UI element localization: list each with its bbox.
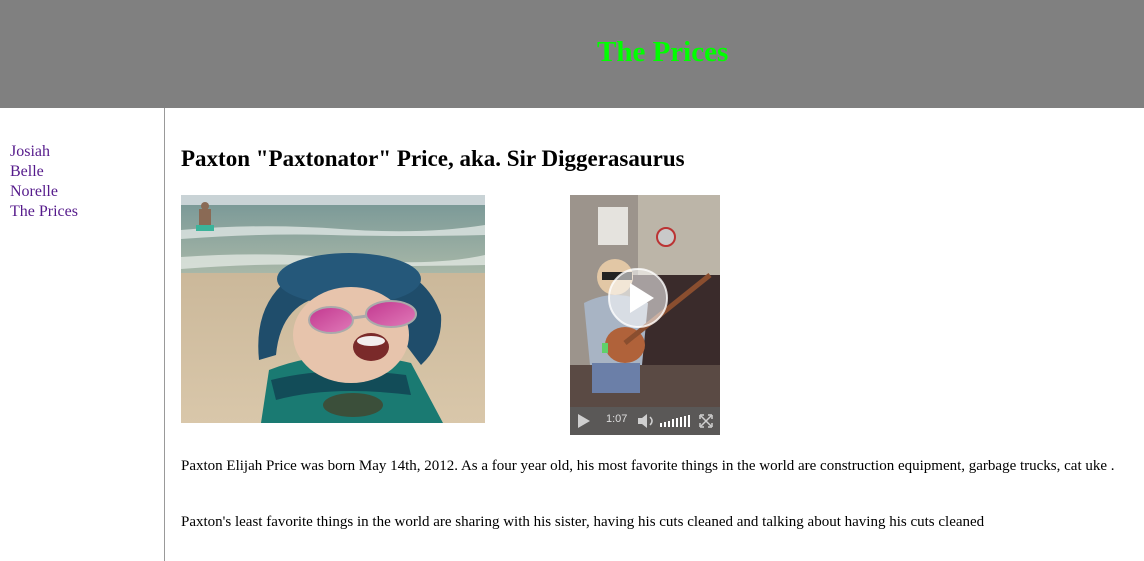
sidebar-list: Josiah Belle Norelle The Prices xyxy=(10,142,78,222)
video-controls: 1:07 xyxy=(570,407,720,435)
sidebar: Josiah Belle Norelle The Prices xyxy=(0,108,165,561)
fullscreen-icon[interactable] xyxy=(699,414,713,428)
video-player[interactable]: 1:07 xyxy=(570,195,720,435)
sidebar-link-josiah[interactable]: Josiah xyxy=(10,143,50,160)
dislikes-paragraph: Paxton's least favorite things in the wo… xyxy=(181,514,985,530)
sidebar-link-belle[interactable]: Belle xyxy=(10,163,44,180)
sidebar-link-norelle[interactable]: Norelle xyxy=(10,183,58,200)
sidebar-item-josiah: Josiah xyxy=(10,142,78,162)
volume-icon[interactable] xyxy=(638,414,653,428)
video-time: 1:07 xyxy=(606,413,628,425)
main-content: Paxton "Paxtonator" Price, aka. Sir Digg… xyxy=(181,108,1144,561)
page-heading: Paxton "Paxtonator" Price, aka. Sir Digg… xyxy=(181,146,685,171)
video-thumbnail xyxy=(570,195,720,435)
site-title: The Prices xyxy=(597,36,729,68)
beach-photo xyxy=(181,195,485,423)
sidebar-item-the-prices: The Prices xyxy=(10,202,78,222)
sidebar-item-belle: Belle xyxy=(10,162,78,182)
volume-level-bars[interactable] xyxy=(660,415,690,427)
sidebar-item-norelle: Norelle xyxy=(10,182,78,202)
site-header: The Prices xyxy=(0,0,1144,108)
sidebar-link-the-prices[interactable]: The Prices xyxy=(10,203,78,220)
bio-paragraph: Paxton Elijah Price was born May 14th, 2… xyxy=(181,458,1115,474)
beach-photo-image xyxy=(181,195,485,423)
play-icon[interactable] xyxy=(578,414,590,428)
